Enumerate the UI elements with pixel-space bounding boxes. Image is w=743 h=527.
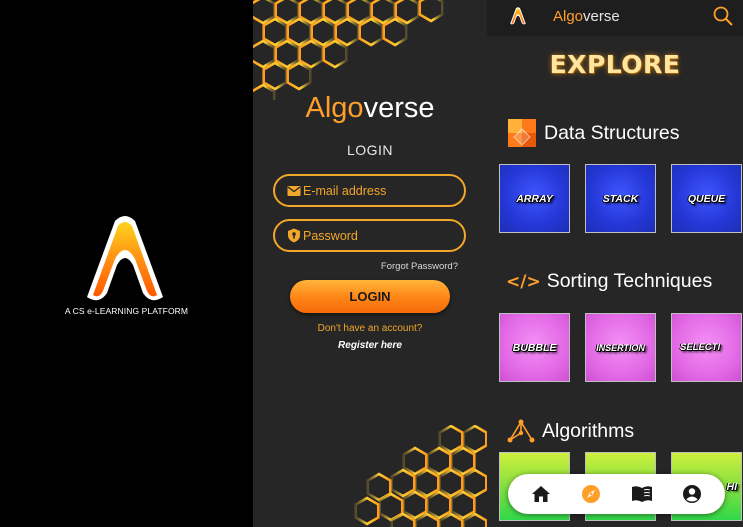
card-label: INSERTION [596,342,645,353]
app-header: Algoverse [487,0,743,36]
card-label: STACK [602,192,639,205]
nav-library[interactable] [628,480,656,508]
explore-title: EXPLORE [549,50,681,79]
email-input[interactable] [303,183,453,198]
splash-tagline: A CS e-LEARNING PLATFORM [64,306,189,316]
section-title: Data Structures [544,121,680,144]
brand-part-verse: verse [363,92,435,124]
search-icon[interactable] [712,5,734,27]
shield-icon [288,228,300,243]
section-title: Algorithms [542,419,635,442]
brand-part-algo: Algo [305,92,364,124]
card-label: SELECTI [680,342,721,353]
bottom-navigation [508,474,725,514]
algoverse-logo-small [510,7,526,25]
login-screen: Algoverse LOGIN Forgot Password? LOGIN D… [253,0,487,527]
card-queue[interactable]: QUEUE [671,164,742,233]
card-label: ARRAY [516,192,553,205]
hexagon-pattern-top [253,0,444,100]
login-title: LOGIN [346,142,394,158]
algorithm-graph-icon [507,419,535,443]
card-insertion[interactable]: INSERTION [585,313,656,382]
data-structures-cards: ARRAY STACK QUEUE [499,164,742,233]
card-label: BUBBLE [512,341,557,354]
card-array[interactable]: ARRAY [499,164,570,233]
splash-screen: A CS e-LEARNING PLATFORM [0,0,253,527]
card-label: QUEUE [687,192,726,205]
email-field[interactable] [273,174,466,207]
account-icon [682,485,701,503]
hexagon-pattern-bottom [354,425,487,527]
password-input[interactable] [303,228,453,243]
data-structures-icon [508,119,536,147]
forgot-password-link[interactable]: Forgot Password? [381,261,458,272]
nav-profile[interactable] [678,480,706,508]
register-link[interactable]: Register here [253,340,487,351]
home-icon [532,486,551,502]
password-field[interactable] [273,219,466,252]
compass-icon [582,485,601,503]
section-title: Sorting Techniques [546,270,713,292]
code-icon: </> [506,271,541,292]
header-brand: Algoverse [553,8,620,25]
header-brand-verse: verse [583,8,620,25]
sorting-cards: BUBBLE INSERTION SELECTI [499,313,742,382]
card-selection[interactable]: SELECTI [671,313,742,382]
card-label: HI [726,480,738,493]
nav-explore[interactable] [577,480,605,508]
section-data-structures: Data Structures [506,117,679,149]
explore-screen: Algoverse EXPLORE Data Structures ARRAY … [487,0,743,527]
brand-wordmark: Algoverse [253,92,487,125]
nav-home[interactable] [527,480,555,508]
section-sorting-techniques: </> Sorting Techniques [506,270,712,293]
login-button[interactable]: LOGIN [290,280,450,313]
book-icon [631,486,652,502]
section-algorithms: Algorithms [506,418,634,444]
card-bubble[interactable]: BUBBLE [499,313,570,382]
mail-icon [287,185,301,196]
header-brand-algo: Algo [553,8,584,25]
card-stack[interactable]: STACK [585,164,656,233]
no-account-text: Don't have an account? [317,323,423,334]
algoverse-logo [87,216,163,301]
